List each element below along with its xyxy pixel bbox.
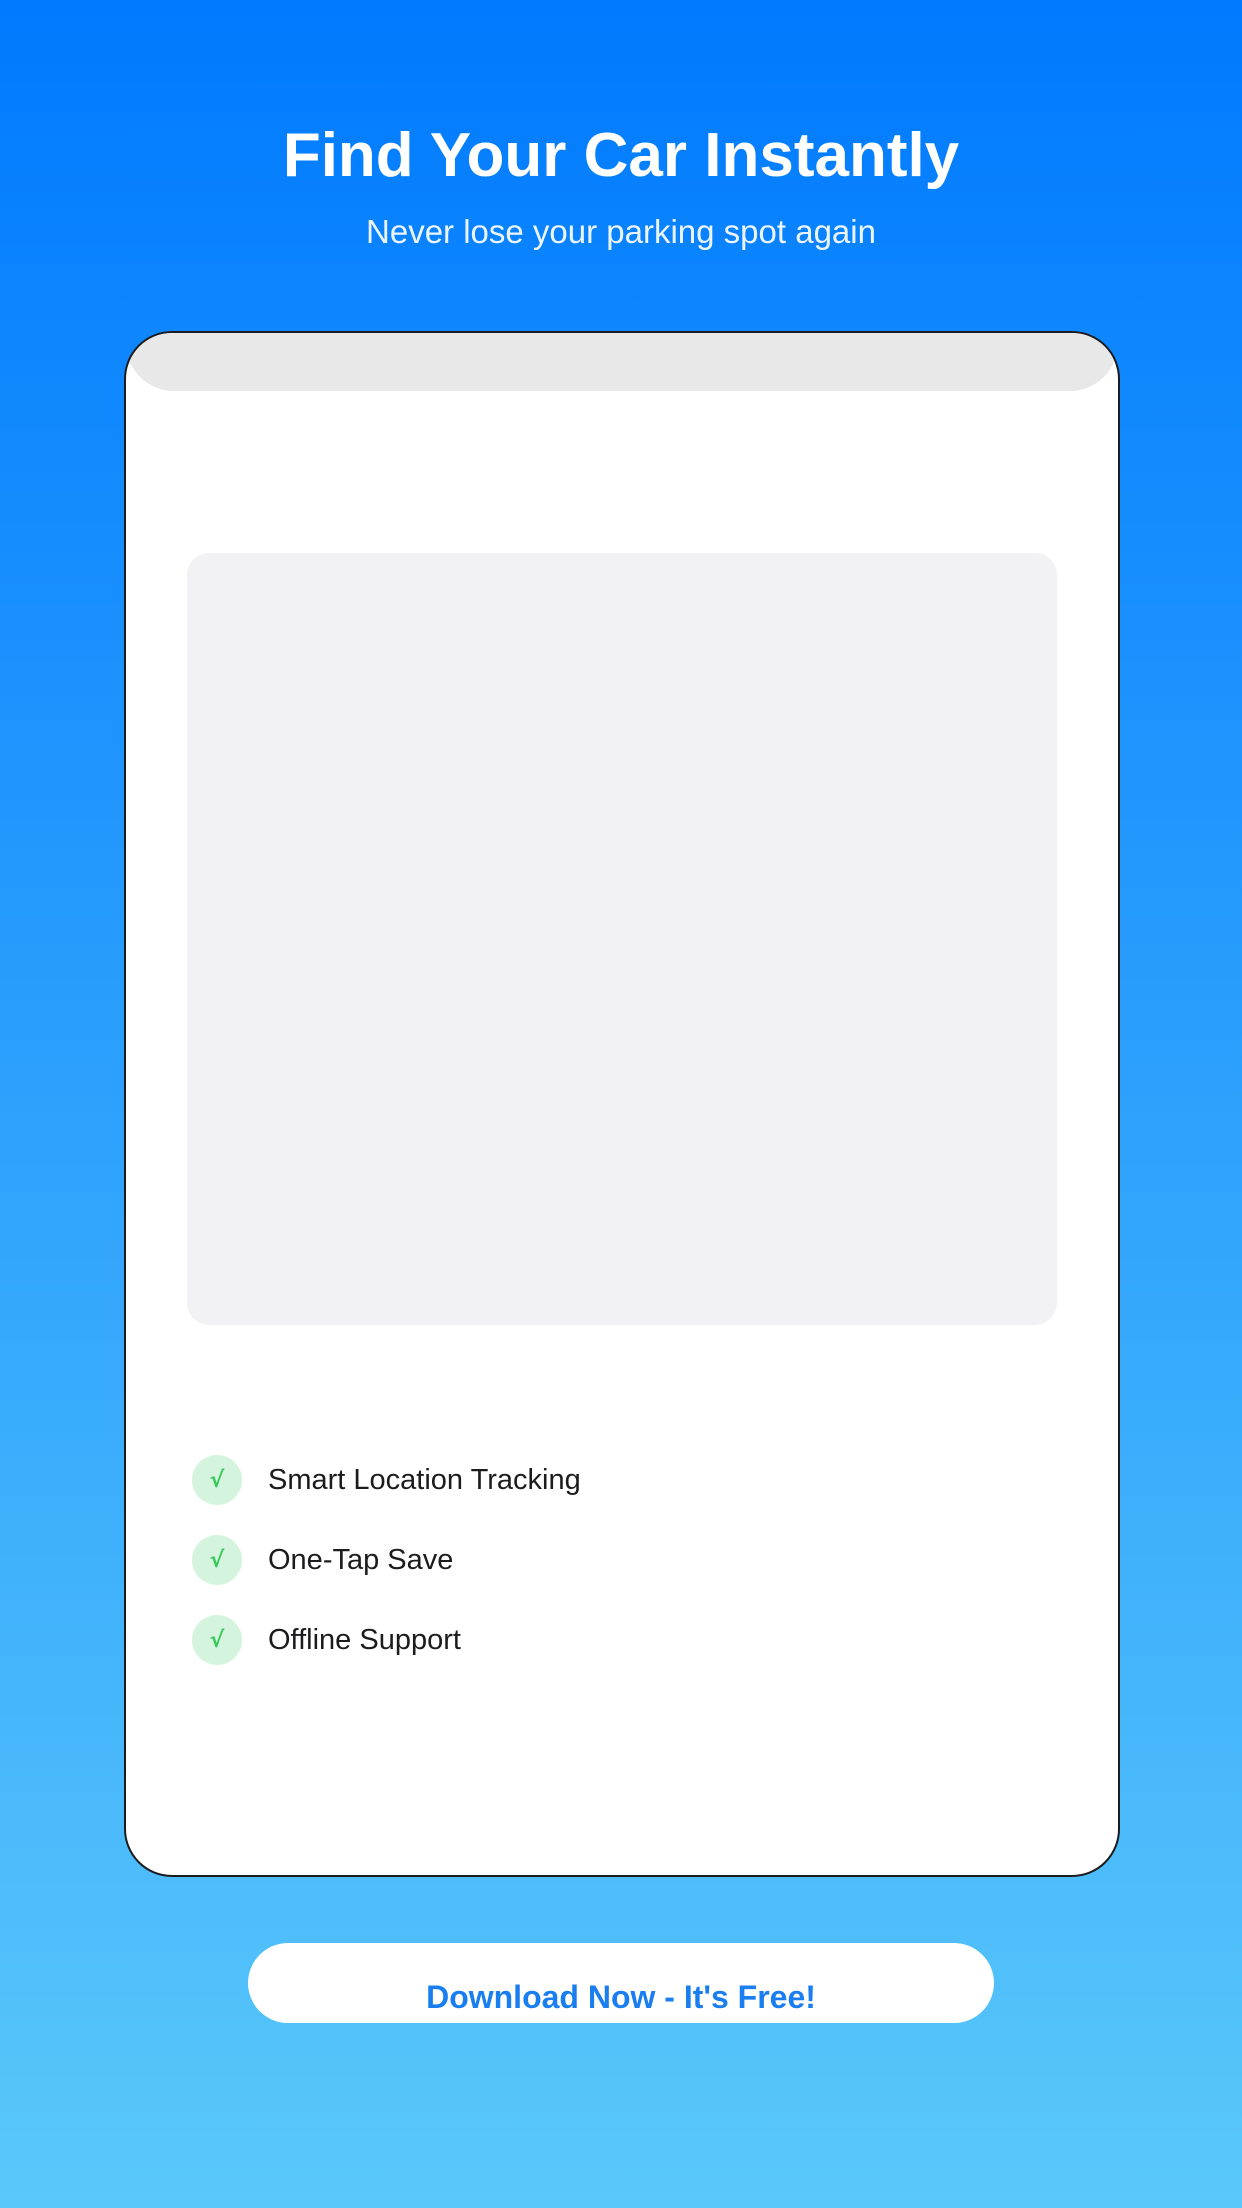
feature-label: One-Tap Save	[268, 1544, 454, 1576]
checkmark-icon: √	[192, 1455, 242, 1505]
feature-label: Offline Support	[268, 1624, 461, 1656]
download-button-label: Download Now - It's Free!	[426, 1979, 816, 2015]
feature-list: √ Smart Location Tracking √ One-Tap Save…	[192, 1440, 992, 1680]
phone-status-bar	[126, 333, 1118, 391]
checkmark-icon: √	[192, 1615, 242, 1665]
download-button[interactable]: Download Now - It's Free!	[248, 1943, 994, 2023]
hero-title: Find Your Car Instantly	[282, 121, 960, 190]
feature-item: √ Offline Support	[192, 1600, 992, 1680]
hero-subtitle: Never lose your parking spot again	[366, 213, 876, 250]
checkmark-icon: √	[192, 1535, 242, 1585]
phone-mockup: √ Smart Location Tracking √ One-Tap Save…	[124, 331, 1120, 1877]
app-screenshot-placeholder	[187, 553, 1057, 1325]
feature-item: √ Smart Location Tracking	[192, 1440, 992, 1520]
feature-item: √ One-Tap Save	[192, 1520, 992, 1600]
feature-label: Smart Location Tracking	[268, 1464, 581, 1496]
